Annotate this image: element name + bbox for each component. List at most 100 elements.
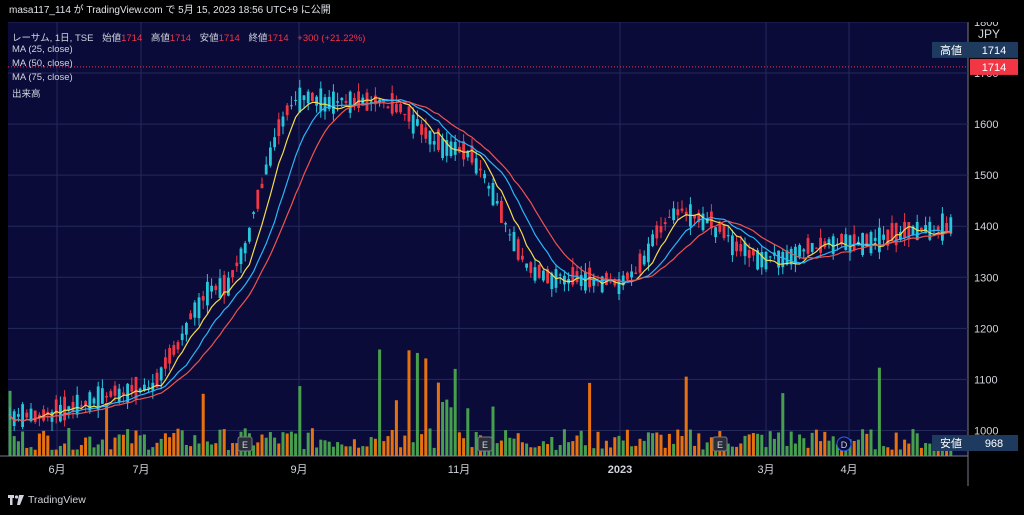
- volume-bar: [75, 449, 79, 456]
- candle-body: [8, 414, 12, 416]
- volume-bar: [252, 445, 256, 456]
- volume-bar: [71, 449, 75, 456]
- candle-body: [579, 275, 583, 286]
- candle-body: [747, 249, 751, 258]
- volume-bar: [109, 449, 113, 456]
- candle-body: [516, 239, 520, 260]
- event-marker[interactable]: E: [712, 436, 728, 452]
- low-badge: 安値 968: [932, 435, 1018, 451]
- candle-body: [521, 255, 524, 260]
- volume-bar: [529, 447, 533, 456]
- volume-bar: [659, 434, 663, 456]
- legend-ma75[interactable]: MA (75, close): [12, 72, 73, 83]
- candle-body: [802, 249, 806, 252]
- candle-body: [189, 313, 192, 320]
- volume-bar: [12, 436, 16, 456]
- candle-body: [424, 127, 428, 139]
- volume-bar: [924, 443, 928, 456]
- candle-body: [483, 173, 486, 179]
- candle-body: [185, 322, 188, 335]
- badge-value: 968: [985, 438, 1003, 450]
- candle-body: [798, 245, 801, 257]
- volume-bar: [399, 447, 403, 456]
- volume-bar: [8, 390, 12, 456]
- volume-bar: [877, 367, 881, 456]
- candle-body: [584, 271, 587, 291]
- event-marker[interactable]: E: [477, 436, 493, 452]
- volume-bar: [394, 400, 398, 456]
- tradingview-logo[interactable]: TradingView: [8, 494, 86, 506]
- candle-body: [248, 227, 251, 242]
- candle-body: [130, 384, 134, 392]
- candle-body: [428, 130, 432, 145]
- candle-body: [306, 91, 310, 104]
- volume-bar: [449, 407, 453, 456]
- candle-body: [117, 388, 121, 403]
- legend-ma50[interactable]: MA (50, close): [12, 58, 73, 69]
- event-marker[interactable]: E: [237, 436, 253, 452]
- volume-bar: [764, 447, 768, 456]
- candle-body: [504, 223, 507, 225]
- volume-bar: [772, 438, 776, 456]
- legend-volume[interactable]: 出来高: [12, 86, 41, 100]
- volume-bar: [50, 449, 54, 456]
- volume-bar: [88, 436, 92, 456]
- candle-body: [508, 234, 512, 236]
- event-marker[interactable]: D: [836, 436, 852, 452]
- volume-bar: [756, 433, 760, 456]
- volume-bar: [260, 434, 264, 456]
- candle-body: [340, 97, 344, 101]
- volume-bar: [798, 434, 802, 456]
- volume-bar: [680, 435, 684, 456]
- volume-bar: [189, 446, 193, 456]
- candle-body: [735, 241, 738, 252]
- x-tick-label: 3月: [757, 464, 774, 476]
- candle-body: [290, 105, 293, 107]
- candle-body: [365, 92, 369, 111]
- volume-bar: [903, 439, 907, 456]
- y-tick-label: 1600: [974, 119, 998, 131]
- volume-bar: [369, 437, 373, 456]
- legend-symbol[interactable]: レーサム, 1日, TSE: [12, 33, 93, 44]
- volume-bar: [231, 443, 235, 456]
- candle-body: [416, 119, 419, 126]
- candle-body: [231, 270, 234, 278]
- legend-ma25[interactable]: MA (25, close): [12, 44, 73, 55]
- volume-bar: [865, 433, 869, 456]
- candle-body: [609, 281, 612, 283]
- volume-bar: [537, 446, 541, 456]
- candle-body: [512, 231, 516, 252]
- candle-body: [311, 92, 314, 102]
- candle-body: [558, 274, 562, 276]
- candle-body: [96, 386, 100, 410]
- candle-body: [542, 270, 545, 281]
- volume-bar: [294, 433, 298, 456]
- y-tick-label: 1200: [974, 323, 998, 335]
- volume-bar: [281, 432, 285, 456]
- candle-body: [210, 285, 213, 292]
- price-chart[interactable]: 100011001200130014001500160017001800JPY6…: [0, 22, 1024, 486]
- candle-body: [281, 116, 285, 127]
- volume-bar: [147, 449, 151, 456]
- candle-body: [731, 235, 734, 256]
- volume-bar: [121, 434, 125, 456]
- volume-bar: [634, 445, 638, 456]
- volume-bar: [151, 447, 155, 456]
- volume-bar: [46, 435, 50, 456]
- candle-body: [525, 263, 528, 268]
- volume-bar: [579, 430, 583, 456]
- y-tick-label: 1300: [974, 272, 998, 284]
- candle-body: [474, 158, 478, 174]
- high-badge: 高値 1714: [932, 41, 1018, 58]
- volume-bar: [693, 445, 697, 456]
- candle-body: [193, 302, 197, 318]
- volume-bar: [508, 437, 512, 456]
- volume-bar: [310, 428, 314, 456]
- volume-bar: [403, 435, 407, 456]
- volume-bar: [390, 429, 394, 456]
- candle-body: [348, 91, 352, 113]
- volume-bar: [407, 350, 411, 456]
- volume-bar: [915, 433, 919, 456]
- candle-body: [651, 234, 654, 247]
- volume-bar: [411, 442, 415, 456]
